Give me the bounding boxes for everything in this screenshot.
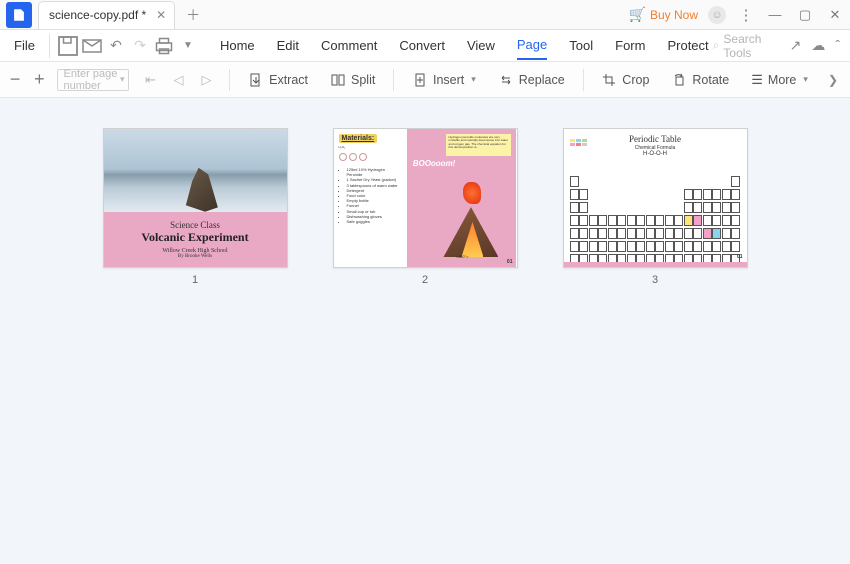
collapse-ribbon-icon[interactable]: ˆ: [835, 37, 840, 54]
close-tab-icon[interactable]: ✕: [154, 8, 168, 22]
chevron-down-icon: ▾: [471, 74, 476, 85]
menu-view[interactable]: View: [467, 32, 495, 59]
menu-protect[interactable]: Protect: [667, 32, 708, 59]
menu-edit[interactable]: Edit: [277, 32, 299, 59]
page-number-label: 3: [652, 274, 658, 286]
page-thumbnail[interactable]: Science Class Volcanic Experiment Willow…: [103, 128, 288, 286]
page-3-preview: Periodic Table Chemical Formula H-O-O-H …: [563, 128, 748, 268]
main-menu: Home Edit Comment Convert View Page Tool…: [220, 31, 709, 60]
save-icon[interactable]: [56, 34, 80, 58]
next-page-icon[interactable]: ▷: [195, 69, 217, 91]
share-icon[interactable]: ↗: [790, 37, 802, 54]
mail-icon[interactable]: [80, 34, 104, 58]
insert-button[interactable]: Insert ▾: [406, 69, 482, 91]
page-thumbnail-canvas: Science Class Volcanic Experiment Willow…: [0, 98, 850, 564]
document-tab[interactable]: science-copy.pdf * ✕: [38, 1, 175, 29]
app-logo-icon: [6, 2, 32, 28]
window-controls: ☺ ⋮ — ▢ ✕: [708, 1, 850, 29]
crop-button[interactable]: Crop: [595, 69, 655, 91]
buy-now-link[interactable]: 🛒 Buy Now: [629, 6, 698, 23]
more-options-icon[interactable]: ⋮: [730, 1, 760, 29]
chevron-down-icon: ▾: [803, 74, 808, 85]
chevron-down-icon: ▾: [120, 74, 125, 85]
zoom-in-button[interactable]: +: [32, 69, 46, 91]
redo-icon[interactable]: ↷: [128, 34, 152, 58]
file-menu[interactable]: File: [4, 38, 45, 53]
menu-tool[interactable]: Tool: [569, 32, 593, 59]
split-button[interactable]: Split: [324, 69, 381, 91]
menu-page[interactable]: Page: [517, 31, 547, 60]
add-tab-button[interactable]: ＋: [183, 5, 203, 25]
replace-button[interactable]: Replace: [492, 69, 571, 91]
menubar: File ↶ ↷ ▼ Home Edit Comment Convert Vie…: [0, 30, 850, 62]
prev-page-icon[interactable]: ◁: [167, 69, 189, 91]
search-tools[interactable]: ⌕ Search Tools: [713, 32, 780, 60]
tab-title: science-copy.pdf *: [49, 8, 146, 22]
menu-comment[interactable]: Comment: [321, 32, 377, 59]
rotate-button[interactable]: Rotate: [665, 69, 735, 91]
page-number-label: 2: [422, 274, 428, 286]
undo-icon[interactable]: ↶: [104, 34, 128, 58]
zoom-out-button[interactable]: −: [8, 69, 22, 91]
corner-icons: ↗ ☁ ˆ: [790, 37, 840, 54]
minimize-button[interactable]: —: [760, 1, 790, 29]
close-window-button[interactable]: ✕: [820, 1, 850, 29]
menu-convert[interactable]: Convert: [399, 32, 445, 59]
quick-access-toolbar: ↶ ↷ ▼: [49, 34, 200, 58]
menu-form[interactable]: Form: [615, 32, 645, 59]
cart-icon: 🛒: [629, 6, 646, 23]
cloud-icon[interactable]: ☁: [811, 37, 825, 54]
page-thumbnail[interactable]: Periodic Table Chemical Formula H-O-O-H …: [563, 128, 748, 286]
search-icon: ⌕: [713, 38, 720, 53]
user-badge-icon[interactable]: ☺: [708, 6, 726, 24]
page-number-input[interactable]: Enter page number ▾: [57, 69, 130, 91]
page-nav-buttons: ⇤ ◁ ▷: [139, 69, 217, 91]
page-1-preview: Science Class Volcanic Experiment Willow…: [103, 128, 288, 268]
page-number-label: 1: [192, 274, 198, 286]
first-page-icon[interactable]: ⇤: [139, 69, 161, 91]
qat-dropdown-icon[interactable]: ▼: [176, 34, 200, 58]
page-toolbar: − + Enter page number ▾ ⇤ ◁ ▷ Extract Sp…: [0, 62, 850, 98]
overflow-chevron-icon[interactable]: ❯: [824, 73, 842, 87]
page-thumbnail[interactable]: Materials: H₂O₂ 125ml 10% Hydrogen Perox…: [333, 128, 518, 286]
page-2-preview: Materials: H₂O₂ 125ml 10% Hydrogen Perox…: [333, 128, 518, 268]
hamburger-icon: ☰: [751, 72, 763, 88]
extract-button[interactable]: Extract: [242, 69, 314, 91]
menu-home[interactable]: Home: [220, 32, 255, 59]
print-icon[interactable]: [152, 34, 176, 58]
titlebar: science-copy.pdf * ✕ ＋ 🛒 Buy Now ☺ ⋮ — ▢…: [0, 0, 850, 30]
more-button[interactable]: ☰ More ▾: [745, 69, 814, 91]
maximize-button[interactable]: ▢: [790, 1, 820, 29]
